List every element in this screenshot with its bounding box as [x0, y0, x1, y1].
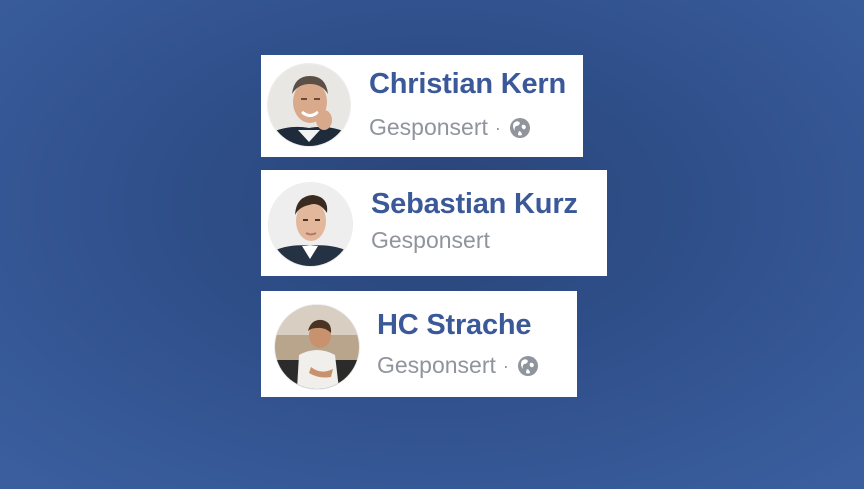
sponsored-label[interactable]: Gesponsert — [369, 116, 488, 139]
sponsored-post-header-christian-kern: Christian Kern Gesponsert · — [261, 55, 583, 157]
separator-dot: · — [502, 355, 509, 376]
post-meta: Gesponsert · — [377, 354, 539, 377]
post-meta: Gesponsert — [371, 229, 490, 252]
globe-icon[interactable] — [509, 117, 531, 139]
globe-icon[interactable] — [517, 355, 539, 377]
avatar-sebastian-kurz[interactable] — [269, 183, 352, 266]
sponsored-label[interactable]: Gesponsert — [377, 354, 496, 377]
avatar-hc-strache[interactable] — [275, 305, 359, 389]
sponsored-label[interactable]: Gesponsert — [371, 229, 490, 252]
page-name[interactable]: HC Strache — [377, 311, 532, 340]
page-name[interactable]: Sebastian Kurz — [371, 190, 578, 219]
sponsored-post-header-sebastian-kurz: Sebastian Kurz Gesponsert — [261, 170, 607, 276]
page-name[interactable]: Christian Kern — [369, 70, 566, 99]
profile-photo-icon — [268, 64, 350, 146]
post-meta: Gesponsert · — [369, 116, 531, 139]
profile-photo-icon — [275, 305, 359, 389]
avatar-christian-kern[interactable] — [268, 64, 350, 146]
separator-dot: · — [494, 117, 501, 138]
profile-photo-icon — [269, 183, 352, 266]
sponsored-post-header-hc-strache: HC Strache Gesponsert · — [261, 291, 577, 397]
